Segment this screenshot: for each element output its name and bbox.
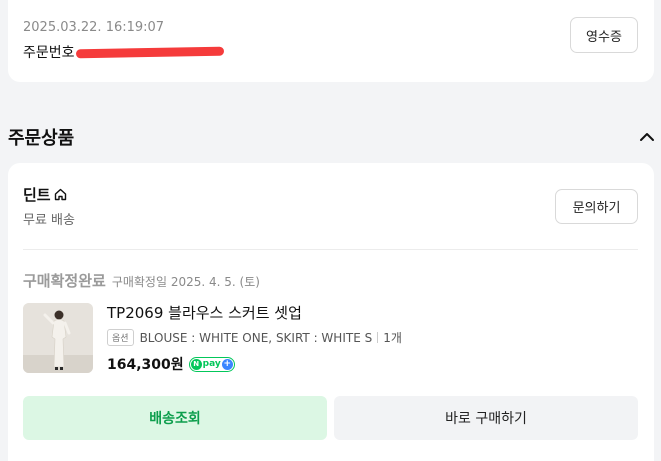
quantity: 1개 (383, 331, 402, 345)
receipt-button[interactable]: 영수증 (570, 17, 638, 53)
shop-name-label: 딘트 (23, 186, 51, 204)
track-delivery-button[interactable]: 배송조회 (23, 396, 327, 440)
price: 164,300원 (107, 357, 184, 373)
inquiry-button[interactable]: 문의하기 (555, 189, 638, 224)
order-number-label: 주문번호 (23, 45, 75, 61)
price-line: 164,300원 N pay + (107, 354, 235, 374)
order-number: 주문번호 (23, 42, 224, 62)
confirm-date: 구매확정일 2025. 4. 5. (토) (111, 275, 260, 289)
npay-label: pay (202, 359, 221, 369)
shipping-fee: 무료 배송 (23, 213, 75, 228)
plus-icon: + (221, 358, 233, 370)
product-thumbnail[interactable] (23, 303, 93, 373)
naver-n-icon: N (190, 358, 202, 370)
option-text: BLOUSE : WHITE ONE, SKIRT : WHITE S (139, 330, 373, 345)
option-badge: 옵션 (107, 329, 134, 346)
order-info-card: 2025.03.22. 16:19:07 주문번호 영수증 (8, 0, 654, 82)
order-product-card: 딘트 무료 배송 문의하기 구매확정완료 구매확정일 2025. 4. 5. (… (8, 163, 654, 461)
chevron-up-icon[interactable] (638, 128, 656, 146)
status-label: 구매확정완료 (23, 272, 106, 290)
npay-plus-badge: N pay + (188, 356, 235, 372)
order-datetime: 2025.03.22. 16:19:07 (23, 20, 165, 35)
section-title: 주문상품 (8, 128, 75, 149)
divider (23, 249, 638, 250)
product-name[interactable]: TP2069 블라우스 스커트 셋업 (107, 302, 302, 323)
buy-again-button[interactable]: 바로 구매하기 (334, 396, 638, 440)
product-option: 옵션 BLOUSE : WHITE ONE, SKIRT : WHITE S 1… (107, 329, 402, 346)
product-image (23, 303, 93, 373)
store-home-icon (54, 188, 66, 201)
purchase-status: 구매확정완료 구매확정일 2025. 4. 5. (토) (23, 270, 260, 291)
shop-name[interactable]: 딘트 (23, 184, 68, 205)
redacted-order-number (75, 46, 224, 58)
separator (377, 332, 379, 343)
